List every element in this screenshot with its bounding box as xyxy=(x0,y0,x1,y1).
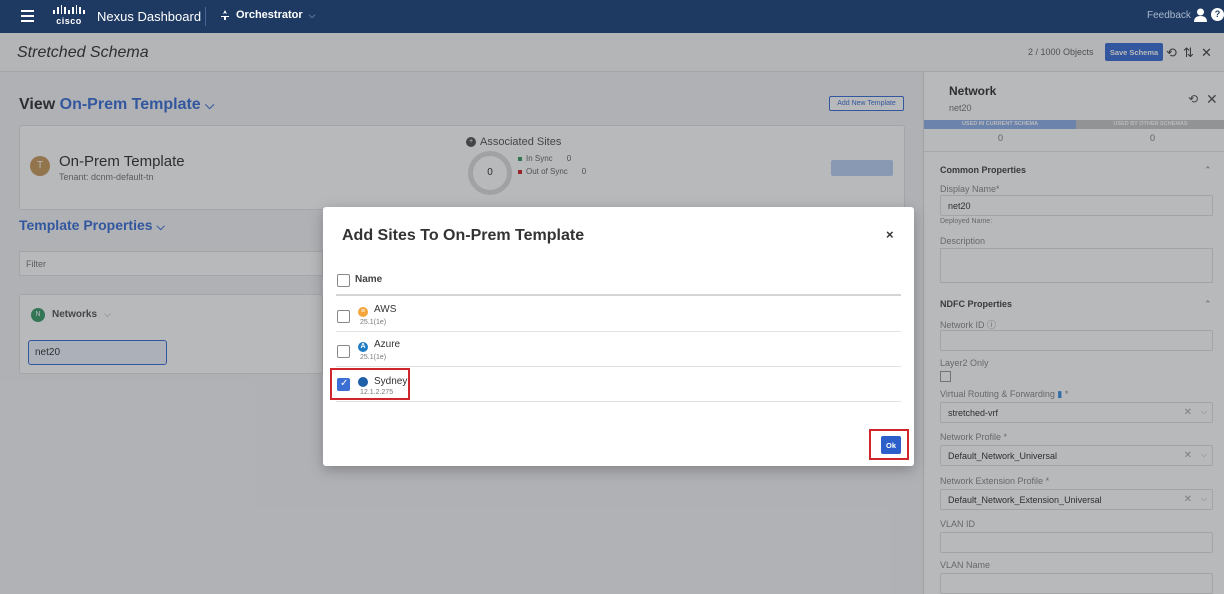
site-row-azure: A Azure 25.1(1e) xyxy=(336,332,901,367)
site-checkbox-aws[interactable] xyxy=(337,310,350,323)
site-version: 25.1(1e) xyxy=(360,354,387,361)
add-sites-modal: Add Sites To On-Prem Template × Name ≡ A… xyxy=(323,207,914,466)
orchestrator-menu[interactable]: Orchestrator ⌵ xyxy=(220,9,315,21)
close-icon[interactable]: × xyxy=(886,227,894,242)
site-row-aws: ≡ AWS 25.1(1e) xyxy=(336,297,901,332)
app-title: Nexus Dashboard xyxy=(97,9,202,24)
user-icon[interactable] xyxy=(1194,8,1207,22)
site-checkbox-azure[interactable] xyxy=(337,345,350,358)
sydney-selection-highlight xyxy=(330,368,410,400)
name-column-header: Name xyxy=(355,274,383,285)
site-name: AWS xyxy=(374,304,397,315)
cisco-logo: cisco xyxy=(52,5,86,27)
orchestrator-label: Orchestrator xyxy=(236,9,303,21)
aws-icon: ≡ xyxy=(358,307,368,317)
ok-button[interactable]: Ok xyxy=(881,436,901,454)
orchestrator-icon xyxy=(221,10,229,20)
azure-icon: A xyxy=(358,342,368,352)
feedback-link[interactable]: Feedback xyxy=(1147,10,1191,21)
top-navbar: cisco Nexus Dashboard Orchestrator ⌵ Fee… xyxy=(0,0,1224,33)
help-icon[interactable]: ? xyxy=(1211,8,1224,21)
site-table-header: Name xyxy=(336,269,901,296)
site-name: Azure xyxy=(374,339,401,350)
chevron-down-icon: ⌵ xyxy=(308,9,316,20)
site-row-sydney: Sydney 12.1.2.275 xyxy=(336,367,901,402)
site-version: 25.1(1e) xyxy=(360,319,387,326)
modal-title: Add Sites To On-Prem Template xyxy=(342,227,585,244)
nav-divider xyxy=(205,7,206,26)
hamburger-menu-icon[interactable] xyxy=(21,10,34,22)
select-all-checkbox[interactable] xyxy=(337,274,350,287)
